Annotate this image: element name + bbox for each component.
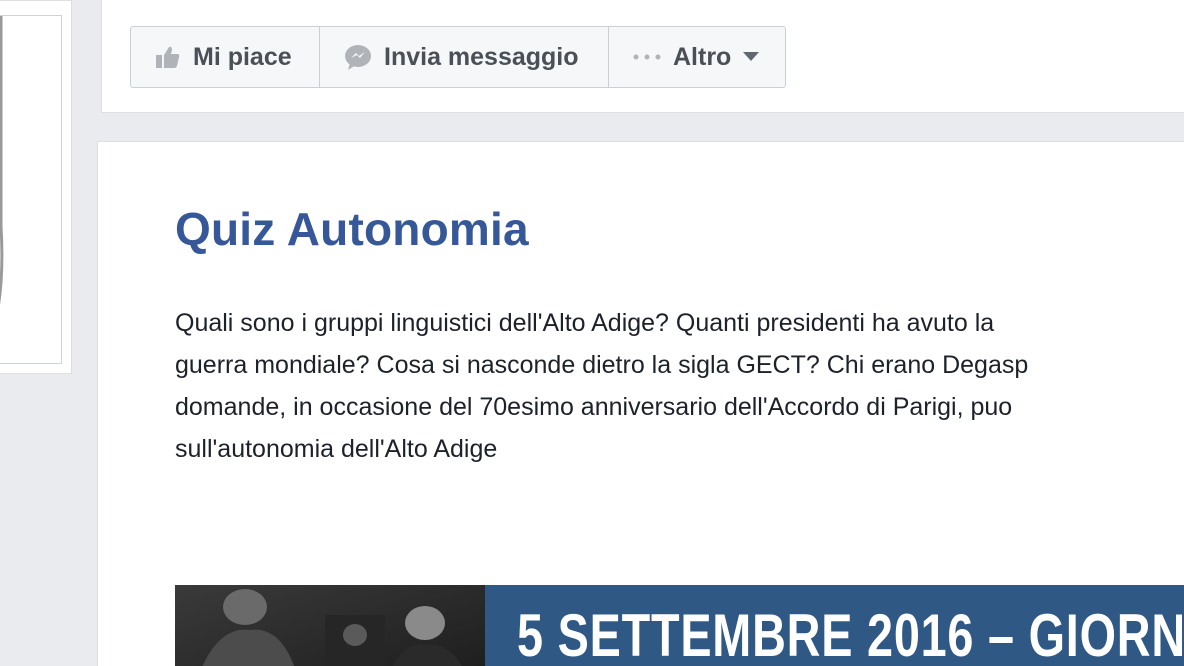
post-title[interactable]: Quiz Autonomia (175, 202, 529, 256)
ellipsis-icon (633, 54, 661, 60)
post-body-line: sull'autonomia dell'Alto Adige (175, 435, 498, 463)
post-card: Quiz Autonomia Quali sono i gruppi lingu… (97, 141, 1184, 666)
post-body: Quali sono i gruppi linguistici dell'Alt… (175, 302, 1184, 470)
send-message-label: Invia messaggio (384, 42, 579, 71)
banner-headline: 5 SETTEMBRE 2016 – GIORNA (517, 602, 1184, 666)
coat-of-arms-icon (0, 16, 4, 305)
post-body-line: Quali sono i gruppi linguistici dell'Alt… (175, 309, 995, 337)
profile-picture-card (0, 0, 72, 374)
send-message-button[interactable]: Invia messaggio (320, 27, 609, 87)
messenger-bubble-icon (344, 44, 372, 70)
post-banner-image[interactable]: 5 SETTEMBRE 2016 – GIORNA (175, 585, 1184, 666)
post-body-line: guerra mondiale? Cosa si nasconde dietro… (175, 351, 1029, 379)
more-button[interactable]: Altro (609, 27, 785, 87)
like-button[interactable]: Mi piace (131, 27, 320, 87)
banner-caption-area: 5 SETTEMBRE 2016 – GIORNA (485, 585, 1184, 666)
like-label: Mi piace (193, 42, 292, 71)
more-label: Altro (673, 42, 732, 71)
caret-down-icon (743, 52, 760, 62)
page-header-actions: Mi piace Invia messaggio Altro (101, 0, 1184, 113)
thumbs-up-icon (155, 45, 181, 69)
historic-photo (175, 585, 485, 666)
post-body-line: domande, in occasione del 70esimo annive… (175, 393, 1013, 421)
action-button-group: Mi piace Invia messaggio Altro (130, 26, 786, 88)
profile-picture[interactable] (0, 15, 62, 364)
